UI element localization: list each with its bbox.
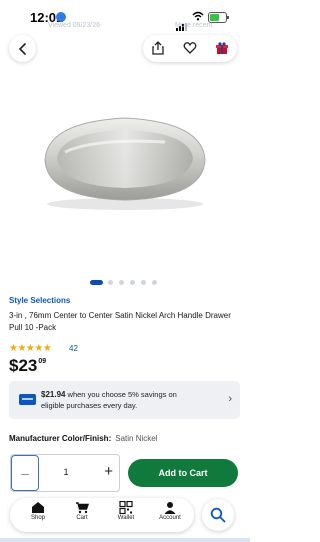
product-image[interactable]	[35, 112, 215, 212]
finish-row: Manufacturer Color/Finish: Satin Nickel	[9, 434, 157, 443]
price: $2309	[9, 356, 46, 376]
review-count-link[interactable]: 42	[69, 344, 78, 353]
quantity-stepper: – 1 +	[10, 454, 120, 492]
carousel-dot[interactable]	[141, 280, 146, 285]
carousel-dot[interactable]	[152, 280, 157, 285]
promo-line-2: eligible purchases every day.	[41, 401, 138, 410]
finish-value: Satin Nickel	[115, 434, 158, 443]
bottom-tab-bar: Shop Cart Wallet Account	[10, 498, 194, 532]
price-dollars: $23	[9, 356, 38, 375]
cart-icon	[76, 502, 89, 514]
product-title: 3-in , 76mm Center to Center Satin Nicke…	[9, 311, 231, 332]
price-cents: 09	[38, 358, 47, 365]
finish-label: Manufacturer Color/Finish:	[9, 434, 112, 443]
viewed-ghost-text: Viewed 09/23/26	[48, 22, 101, 29]
shop-icon	[32, 502, 44, 513]
credit-card-icon	[19, 394, 36, 405]
promo-text: $21.94 when you choose 5% savings on elig…	[41, 389, 219, 411]
gift-icon[interactable]	[215, 41, 229, 55]
header-actions	[143, 35, 237, 62]
chevron-right-icon: ›	[228, 393, 232, 405]
tab-account-label: Account	[159, 515, 181, 521]
promo-line-1: when you choose 5% savings on	[65, 390, 177, 399]
home-indicator-area	[0, 538, 250, 542]
carousel-dot[interactable]	[130, 280, 135, 285]
tab-cart-label: Cart	[76, 515, 88, 521]
tab-wallet-label: Wallet	[117, 515, 135, 521]
quantity-input[interactable]: 1	[55, 467, 77, 477]
increase-quantity-button[interactable]: +	[104, 463, 113, 480]
heart-icon[interactable]	[183, 41, 197, 55]
location-icon	[56, 12, 66, 22]
search-icon	[210, 507, 226, 523]
tab-shop-label: Shop	[30, 515, 45, 521]
brand-link[interactable]: Style Selections	[9, 296, 70, 305]
carousel-dot[interactable]	[119, 280, 124, 285]
qr-code-icon	[119, 501, 133, 514]
chevron-left-icon	[18, 42, 26, 55]
account-icon	[164, 502, 176, 514]
savings-promo-banner[interactable]: $21.94 when you choose 5% savings on elig…	[9, 381, 240, 419]
tab-account[interactable]: Account	[150, 501, 190, 521]
promo-amount: $21.94	[41, 390, 66, 399]
carousel-dot[interactable]	[108, 280, 113, 285]
tab-shop[interactable]: Shop	[18, 501, 58, 521]
search-button[interactable]	[202, 499, 234, 531]
add-to-cart-button[interactable]: Add to Cart	[128, 459, 238, 487]
decrease-quantity-button[interactable]: –	[11, 455, 39, 491]
status-bar: 12:01	[0, 0, 250, 34]
tab-wallet[interactable]: Wallet	[106, 501, 146, 521]
carousel-dot[interactable]	[90, 280, 103, 285]
share-icon[interactable]	[151, 41, 165, 55]
back-button[interactable]	[9, 35, 36, 62]
star-rating[interactable]: ★★★★★	[9, 343, 52, 354]
recent-ghost-text: More recent	[175, 22, 213, 29]
tab-cart[interactable]: Cart	[62, 501, 102, 521]
